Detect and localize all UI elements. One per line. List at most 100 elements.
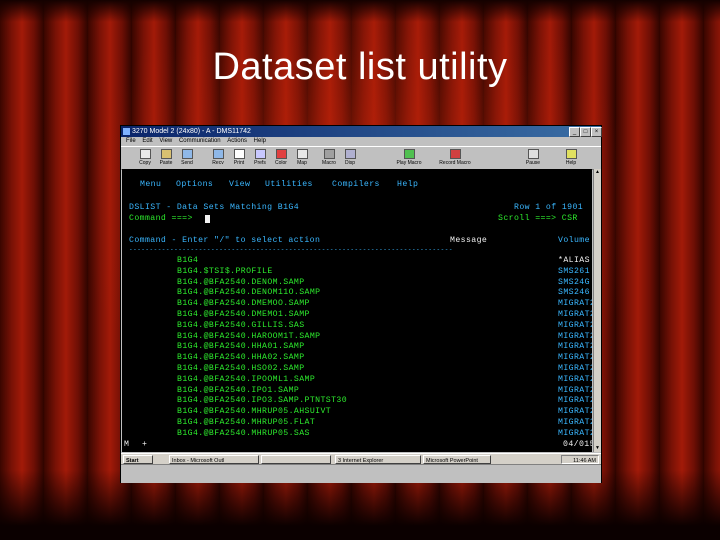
toolbar-receive-button[interactable]: Recv (208, 148, 228, 168)
action-view[interactable]: View (229, 180, 250, 190)
cursor-position: 04/015 (563, 440, 592, 449)
dataset-name: B1G4 (177, 256, 199, 265)
window-titlebar[interactable]: 3270 Model 2 (24x80) - A - DMS11742 _ □ … (121, 126, 602, 137)
scroll-down-icon[interactable]: ▼ (594, 445, 601, 452)
dataset-name: B1G4.@BFA2540.IPOOML1.SAMP (177, 374, 316, 384)
toolbar-label: Recv (212, 160, 224, 166)
toolbar-prefs-button[interactable]: Prefs (250, 148, 270, 168)
help-icon (565, 149, 577, 159)
receive-icon (212, 149, 224, 159)
dataset-name: B1G4.@BFA2540.HHA02.SAMP (177, 353, 305, 363)
toolbar-label: Copy (139, 160, 151, 166)
dataset-name: B1G4.@BFA2540.MHRUP05.SAS (177, 428, 310, 438)
minimize-button[interactable]: _ (569, 127, 580, 137)
toolbar-label: Macro (322, 160, 336, 166)
toolbar-label: Send (181, 160, 193, 166)
toolbar-play-macro-button[interactable]: Play Macro (393, 148, 425, 168)
toolbar-print-button[interactable]: Print (229, 148, 249, 168)
start-button[interactable]: Start (123, 455, 153, 464)
task-outlook[interactable]: Inbox - Microsoft Outl (169, 455, 259, 464)
message-header: Message (450, 236, 488, 245)
volume-header: Volume (558, 236, 590, 245)
toolbar-label: Help (565, 160, 577, 166)
dataset-volume: SMS24G (558, 277, 590, 287)
menu-edit[interactable]: Edit (142, 138, 152, 144)
scroll-label: Scroll ===> CSR (498, 214, 578, 223)
dataset-name: B1G4.@BFA2540.IPO1.SAMP (177, 385, 300, 395)
command-label: Command ===> (129, 214, 193, 223)
dataset-name: B1G4.@BFA2540.HHA01.SAMP (177, 342, 305, 352)
dataset-name: B1G4.@BFA2540.MHRUP05.AHSUIVT (177, 407, 332, 417)
dataset-name: B1G4.@BFA2540.DMEMOO.SAMP (177, 299, 310, 309)
toolbar-copy-button[interactable]: Copy (135, 148, 155, 168)
keyboard-map-icon (296, 149, 308, 159)
menu-communication[interactable]: Communication (179, 138, 221, 144)
toolbar-label: Paste (159, 160, 173, 166)
terminal-screen[interactable]: Menu Options View Utilities Compilers He… (122, 169, 592, 452)
toolbar-label: Prefs (254, 160, 266, 166)
dataset-volume: MIGRAT2 (558, 428, 592, 438)
toolbar-color-button[interactable]: Color (271, 148, 291, 168)
dataset-volume: MIGRAT2 (558, 342, 592, 352)
dataset-volume: MIGRAT2 (558, 418, 592, 427)
record-macro-icon (449, 149, 461, 159)
curtain-top-valance (0, 0, 720, 22)
toolbar-display-button[interactable]: Disp (340, 148, 360, 168)
oia-indicator: M (124, 440, 130, 449)
action-utilities[interactable]: Utilities (265, 180, 313, 190)
menu-help[interactable]: Help (254, 138, 266, 144)
action-menu[interactable]: Menu (140, 180, 161, 190)
status-bar (121, 464, 601, 483)
dataset-name: B1G4.@BFA2540.DMEMO1.SAMP (177, 310, 310, 319)
toolbar-label: Map (297, 160, 307, 166)
toolbar-pause-button[interactable]: Pause (523, 148, 543, 168)
dataset-volume: MIGRAT2 (558, 299, 592, 309)
task-blank[interactable] (261, 455, 331, 464)
row-info: Row 1 of 1901 (514, 203, 584, 212)
dataset-name: B1G4.@BFA2540.DENOM.SAMP (177, 277, 305, 287)
macro-icon (323, 149, 335, 159)
menu-file[interactable]: File (126, 138, 136, 144)
maximize-button[interactable]: □ (580, 127, 591, 137)
play-macro-icon (403, 149, 415, 159)
action-help[interactable]: Help (397, 180, 418, 190)
display-icon (344, 149, 356, 159)
dataset-name: B1G4.@BFA2540.HSO02.SAMP (177, 364, 305, 373)
cursor (205, 215, 210, 223)
window-title: 3270 Model 2 (24x80) - A - DMS11742 (132, 128, 251, 135)
menu-view[interactable]: View (159, 138, 172, 144)
vertical-scrollbar[interactable]: ▲ ▼ (593, 169, 601, 452)
toolbar-label: Record Macro (439, 160, 471, 166)
dataset-volume: MIGRAT2 (558, 310, 592, 319)
dataset-name: B1G4.@BFA2540.IPO3.SAMP.PTNTST30 (177, 396, 348, 406)
dataset-volume: *ALIAS (558, 256, 590, 265)
toolbar-macro-button[interactable]: Macro (319, 148, 339, 168)
color-icon (275, 149, 287, 159)
panel-title: DSLIST - Data Sets Matching B1G4 (129, 203, 300, 212)
dataset-volume: MIGRAT2 (558, 364, 592, 373)
toolbar-map-button[interactable]: Map (292, 148, 312, 168)
menu-bar: File Edit View Communication Actions Hel… (121, 137, 601, 146)
toolbar-send-button[interactable]: Send (177, 148, 197, 168)
menu-actions[interactable]: Actions (227, 138, 247, 144)
action-compilers[interactable]: Compilers (332, 180, 380, 190)
dataset-name: B1G4.@BFA2540.GILLIS.SAS (177, 320, 305, 330)
dataset-volume: MIGRAT2 (558, 407, 592, 417)
pause-icon (527, 149, 539, 159)
dataset-name: B1G4.@BFA2540.HAROOM1T.SAMP (177, 331, 321, 341)
dataset-name: B1G4.@BFA2540.MHRUP05.FLAT (177, 418, 316, 427)
print-icon (233, 149, 245, 159)
action-options[interactable]: Options (176, 180, 213, 190)
task-internet-explorer[interactable]: 3 Internet Explorer (335, 455, 421, 464)
close-button[interactable]: × (591, 127, 602, 137)
dataset-volume: MIGRAT2 (558, 331, 592, 341)
scroll-up-icon[interactable]: ▲ (594, 169, 601, 176)
dataset-volume: MIGRAT2 (558, 374, 592, 384)
send-icon (181, 149, 193, 159)
dataset-volume: SMS261 (558, 266, 590, 276)
toolbar-record-macro-button[interactable]: Record Macro (439, 148, 471, 168)
toolbar-paste-button[interactable]: Paste (156, 148, 176, 168)
app-icon (123, 128, 130, 135)
task-powerpoint[interactable]: Microsoft PowerPoint (423, 455, 491, 464)
toolbar-help-button[interactable]: Help (561, 148, 581, 168)
